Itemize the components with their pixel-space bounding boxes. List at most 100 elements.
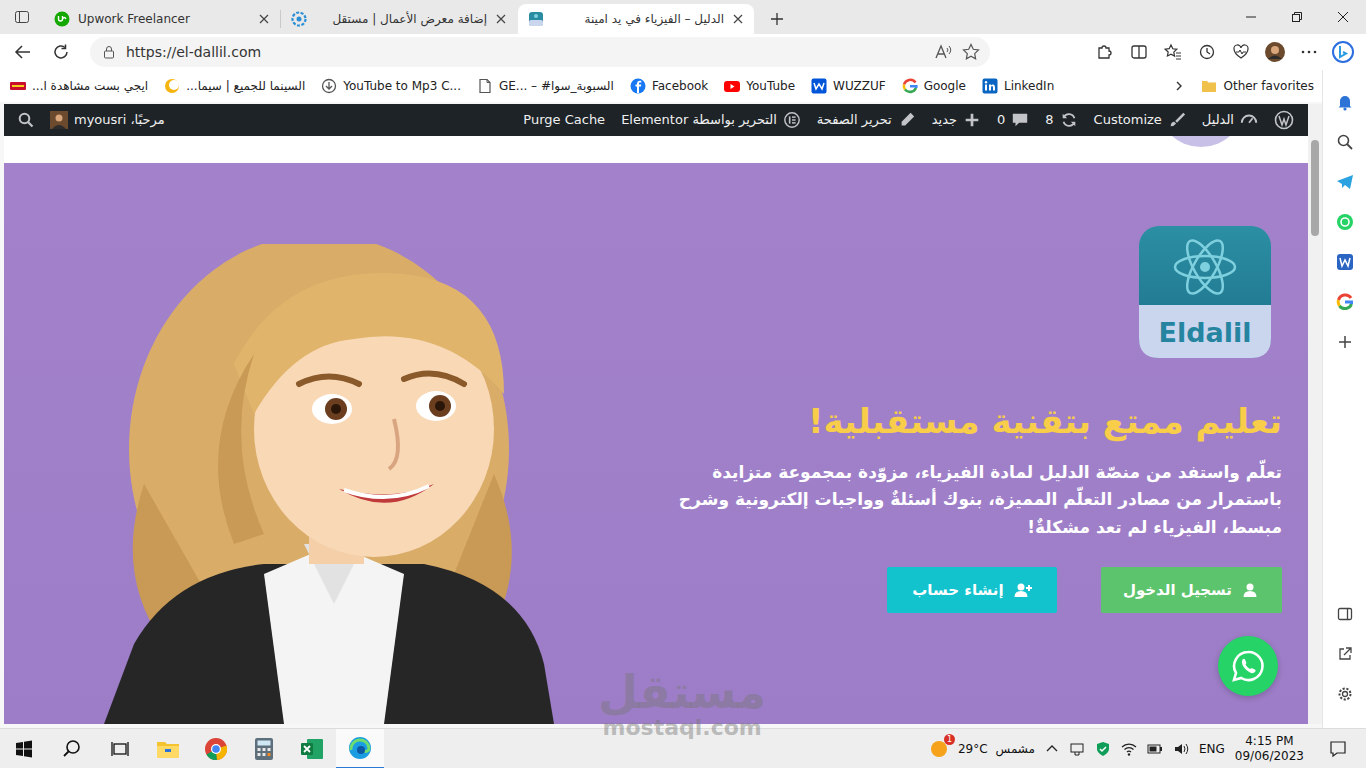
- admin-bar-item[interactable]: تحرير الصفحة: [809, 104, 924, 136]
- battery-icon[interactable]: [1147, 741, 1163, 757]
- folder-icon[interactable]: [156, 738, 180, 760]
- tab-actions-icon[interactable]: [14, 9, 30, 25]
- refresh-icon[interactable]: [52, 43, 70, 61]
- close-icon[interactable]: [732, 13, 744, 25]
- account-menu[interactable]: مرحبًا، myousri: [42, 104, 173, 136]
- favorites-button[interactable]: [1156, 36, 1190, 68]
- browser-tab[interactable]: الدليل – الفيزياء في يد امينة: [518, 4, 754, 34]
- wordpress-menu[interactable]: [1266, 104, 1302, 136]
- lock-icon[interactable]: [102, 45, 116, 59]
- google-icon[interactable]: [1336, 293, 1354, 311]
- admin-bar-item[interactable]: 8: [1037, 104, 1085, 136]
- scrollbar[interactable]: [1308, 104, 1322, 724]
- favorite-label[interactable]: LinkedIn: [1004, 77, 1054, 95]
- favorite-item[interactable]: GE... – #السبوبة_سوا: [477, 77, 614, 95]
- admin-bar-label[interactable]: التحرير بواسطة Elementor: [621, 110, 777, 130]
- chrome-button[interactable]: [192, 729, 240, 768]
- close-icon[interactable]: [495, 13, 507, 25]
- word-icon[interactable]: [1336, 253, 1354, 271]
- other-favorites[interactable]: Other favorites: [1201, 77, 1314, 95]
- favorite-item[interactable]: Google: [902, 77, 966, 95]
- download-icon[interactable]: [321, 78, 337, 94]
- admin-bar-item[interactable]: الدليل: [1194, 104, 1266, 136]
- admin-bar-label[interactable]: Customize: [1094, 110, 1162, 130]
- weather-text[interactable]: مشمس: [996, 740, 1035, 758]
- tab-label[interactable]: إضافة معرض الأعمال | مستقل: [315, 10, 487, 28]
- security-icon[interactable]: [1095, 741, 1111, 757]
- more-dots-icon[interactable]: [1300, 43, 1318, 61]
- wifi-icon[interactable]: [1121, 741, 1137, 757]
- new-tab-button[interactable]: [760, 4, 794, 34]
- favorite-item[interactable]: LinkedIn: [982, 77, 1054, 95]
- other-favorites-label[interactable]: Other favorites: [1223, 77, 1314, 95]
- history-button[interactable]: [1190, 36, 1224, 68]
- gear-icon[interactable]: [1337, 686, 1353, 702]
- whatsapp-sidebar-button[interactable]: [1323, 202, 1366, 242]
- tab-label[interactable]: Upwork Freelancer: [78, 10, 250, 28]
- favorite-label[interactable]: YouTube to Mp3 C...: [343, 77, 461, 95]
- browser-tab[interactable]: إضافة معرض الأعمال | مستقل: [281, 4, 517, 34]
- taskbar-search-button[interactable]: [48, 729, 96, 768]
- restore-icon[interactable]: [1291, 11, 1303, 23]
- favorite-item[interactable]: Facebook: [630, 77, 708, 95]
- admin-bar-item[interactable]: Purge Cache: [515, 104, 613, 136]
- admin-bar-item[interactable]: التحرير بواسطة Elementor: [613, 104, 809, 136]
- back-button[interactable]: [6, 36, 40, 68]
- elementor-icon[interactable]: [783, 111, 801, 129]
- search-icon[interactable]: [1336, 133, 1354, 151]
- sidebar-settings-button[interactable]: [1323, 674, 1366, 714]
- chrome-icon[interactable]: [204, 737, 228, 761]
- weather-widget[interactable]: 1 29°C مشمس: [928, 738, 1035, 760]
- button-label[interactable]: تسجيل الدخول: [1123, 579, 1232, 602]
- youtube-icon[interactable]: [724, 78, 740, 94]
- linkedin-icon[interactable]: [982, 78, 998, 94]
- brush-icon[interactable]: [1168, 111, 1186, 129]
- bing-chat-icon[interactable]: [1331, 40, 1355, 64]
- admin-bar-label[interactable]: 8: [1045, 110, 1053, 130]
- register-button[interactable]: إنشاء حساب: [887, 567, 1057, 613]
- admin-bar-label[interactable]: Purge Cache: [523, 110, 605, 130]
- language-indicator[interactable]: ENG: [1199, 740, 1225, 758]
- favorite-label[interactable]: YouTube: [746, 77, 795, 95]
- split-screen-icon[interactable]: [1130, 43, 1148, 61]
- performance-button[interactable]: [1224, 36, 1258, 68]
- minimize-icon[interactable]: [1245, 11, 1257, 23]
- address-bar[interactable]: https://el-dallil.com: [90, 37, 990, 67]
- wuzzuf-icon[interactable]: [811, 78, 827, 94]
- plus-icon[interactable]: [963, 111, 981, 129]
- calculator-button[interactable]: [240, 729, 288, 768]
- admin-bar-label[interactable]: الدليل: [1202, 110, 1234, 130]
- puzzle-icon[interactable]: [1096, 43, 1114, 61]
- favorite-item[interactable]: السينما للجميع | سيما...: [164, 77, 305, 95]
- whatsapp-icon[interactable]: [1230, 648, 1266, 684]
- notification-icon[interactable]: [1329, 740, 1347, 758]
- split-screen-button[interactable]: [1122, 36, 1156, 68]
- paper-plane-icon[interactable]: [1336, 173, 1354, 191]
- greeting-text[interactable]: مرحبًا، myousri: [74, 110, 165, 130]
- more-button[interactable]: [1292, 36, 1326, 68]
- task-view-button[interactable]: [96, 729, 144, 768]
- notifications-button[interactable]: [1323, 82, 1366, 122]
- whatsapp-icon[interactable]: [1336, 213, 1354, 231]
- whatsapp-button[interactable]: [1218, 636, 1278, 696]
- tab-label[interactable]: الدليل – الفيزياء في يد امينة: [552, 10, 724, 28]
- action-center-button[interactable]: [1314, 729, 1362, 768]
- browser-tab[interactable]: Upwork Freelancer: [44, 4, 280, 34]
- login-button[interactable]: تسجيل الدخول: [1101, 567, 1282, 613]
- read-aloud-icon[interactable]: [934, 43, 952, 61]
- admin-bar-label[interactable]: 0: [997, 110, 1005, 130]
- admin-bar-item[interactable]: Customize: [1086, 104, 1194, 136]
- minimize-button[interactable]: [1228, 0, 1274, 34]
- external-link-icon[interactable]: [1337, 646, 1353, 662]
- sidebar-search-button[interactable]: [1323, 122, 1366, 162]
- cinema-icon[interactable]: [164, 78, 180, 94]
- favorite-item[interactable]: ايجي بست مشاهدة ا...: [10, 77, 148, 95]
- avatar-icon[interactable]: [1264, 41, 1286, 63]
- wordpress-icon[interactable]: [1274, 110, 1294, 130]
- file-explorer-button[interactable]: [144, 729, 192, 768]
- open-external-button[interactable]: [1323, 634, 1366, 674]
- comment-icon[interactable]: [1011, 111, 1029, 129]
- admin-bar-item[interactable]: جديد: [924, 104, 989, 136]
- telegram-button[interactable]: [1323, 162, 1366, 202]
- page-icon[interactable]: [477, 78, 493, 94]
